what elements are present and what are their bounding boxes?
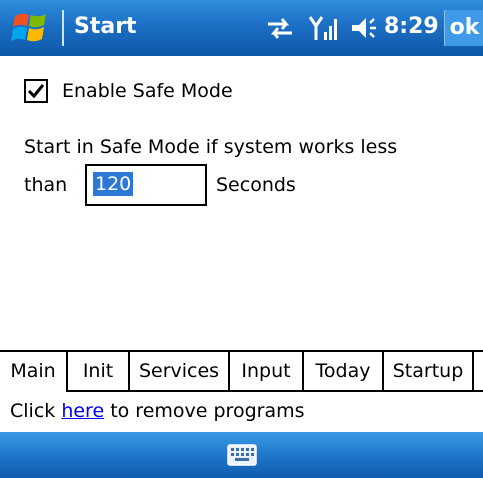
tab-startup[interactable]: Startup — [384, 352, 474, 392]
title-bar: Start 8:29 ok — [0, 0, 483, 56]
tab-input[interactable]: Input — [230, 352, 304, 392]
tab-services[interactable]: Services — [130, 352, 230, 392]
keyboard-icon[interactable] — [227, 444, 257, 466]
tab-strip: Main Init Services Input Today Startup — [0, 350, 483, 392]
enable-safe-mode-checkbox[interactable] — [24, 79, 48, 103]
safe-mode-description: Start in Safe Mode if system works less — [24, 136, 398, 158]
enable-safe-mode-label[interactable]: Enable Safe Mode — [62, 78, 233, 104]
checkmark-icon — [27, 84, 45, 99]
than-label: than — [24, 174, 68, 196]
remove-programs-suffix: to remove programs — [104, 400, 305, 422]
windows-flag-icon[interactable] — [9, 10, 53, 46]
tab-today[interactable]: Today — [304, 352, 384, 392]
title-separator — [62, 10, 64, 46]
tab-main[interactable]: Main — [0, 352, 68, 392]
clock-time: 8:29 — [384, 14, 439, 39]
tab-overflow[interactable] — [474, 352, 483, 392]
remove-programs-prefix: Click — [10, 400, 62, 422]
remove-programs-line: Click here to remove programs — [10, 398, 305, 424]
signal-strength-icon[interactable] — [308, 14, 338, 42]
remove-programs-link[interactable]: here — [61, 400, 104, 422]
ok-button[interactable]: ok — [444, 10, 483, 46]
speaker-icon[interactable] — [350, 14, 378, 42]
menu-bar — [0, 432, 483, 478]
seconds-input-value: 120 — [93, 172, 134, 196]
seconds-input[interactable]: 120 — [85, 164, 207, 206]
window-title: Start — [74, 14, 137, 39]
seconds-unit-label: Seconds — [216, 174, 296, 196]
tab-init[interactable]: Init — [68, 352, 130, 392]
sync-arrows-icon[interactable] — [264, 14, 296, 42]
